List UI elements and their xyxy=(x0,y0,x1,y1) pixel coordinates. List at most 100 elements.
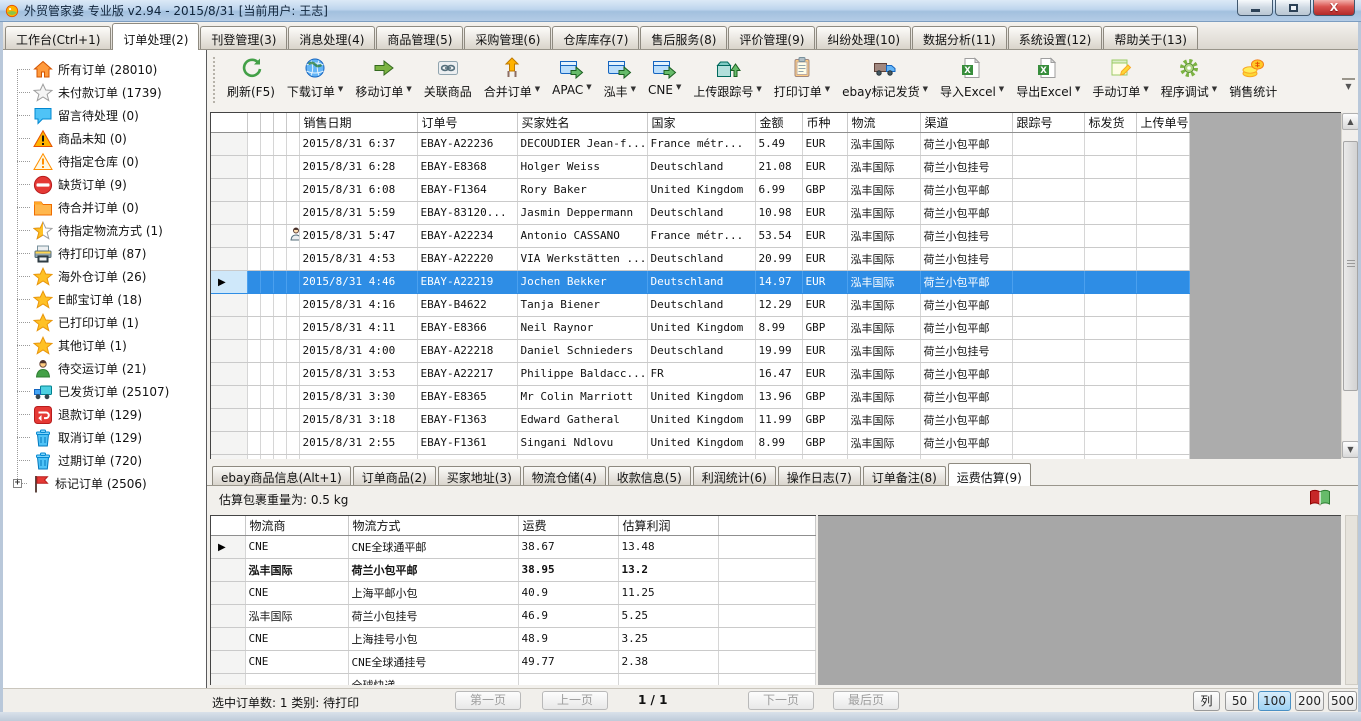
toolbar-button-7[interactable]: 泓丰▼ xyxy=(598,50,642,100)
order-row[interactable]: 2015/8/31 5:59EBAY-83120...Jasmin Depper… xyxy=(211,201,1189,224)
dropdown-arrow-icon[interactable]: ▼ xyxy=(586,83,591,91)
toolbar-overflow-button[interactable]: ▼ xyxy=(1342,78,1355,93)
column-header[interactable]: 订单号 xyxy=(417,113,517,132)
dropdown-arrow-icon[interactable]: ▼ xyxy=(338,85,343,93)
column-header[interactable]: 物流方式 xyxy=(348,516,518,535)
order-row[interactable]: 2015/8/31 6:28EBAY-E8368Holger WeissDeut… xyxy=(211,155,1189,178)
order-row[interactable]: 泓丰国际荷兰小包挂号 xyxy=(211,454,1189,459)
sidebar-item-4[interactable]: 商品未知 (0) xyxy=(3,127,206,150)
column-header[interactable]: 物流 xyxy=(847,113,920,132)
row-selector-cell[interactable] xyxy=(211,178,247,201)
sidebar-item-17[interactable]: 取消订单 (129) xyxy=(3,426,206,449)
toolbar-button-10[interactable]: 打印订单▼ xyxy=(768,50,836,100)
scrollbar-thumb[interactable] xyxy=(1343,141,1358,391)
order-row[interactable]: 2015/8/31 6:37EBAY-A22236DECOUDIER Jean-… xyxy=(211,132,1189,155)
toolbar-button-13[interactable]: X导出Excel▼ xyxy=(1010,50,1086,100)
page-size-button-500[interactable]: 500 xyxy=(1328,691,1357,711)
row-selector-cell[interactable] xyxy=(211,316,247,339)
dropdown-arrow-icon[interactable]: ▼ xyxy=(1075,85,1080,93)
menu-tab-8[interactable]: 售后服务(8) xyxy=(640,26,727,49)
row-selector-cell[interactable] xyxy=(211,201,247,224)
sidebar-item-1[interactable]: 所有订单 (28010) xyxy=(3,58,206,81)
row-selector-cell[interactable] xyxy=(211,558,245,581)
order-row[interactable]: 2015/8/31 4:16EBAY-B4622Tanja BienerDeut… xyxy=(211,293,1189,316)
sidebar-item-3[interactable]: 留言待处理 (0) xyxy=(3,104,206,127)
sidebar-item-12[interactable]: 已打印订单 (1) xyxy=(3,311,206,334)
detail-tab-3[interactable]: 买家地址(3) xyxy=(438,466,521,485)
dropdown-arrow-icon[interactable]: ▼ xyxy=(631,85,636,93)
row-selector-cell[interactable] xyxy=(211,408,247,431)
last-page-button[interactable]: 最后页 xyxy=(833,691,899,710)
row-selector-cell[interactable] xyxy=(211,339,247,362)
prev-page-button[interactable]: 上一页 xyxy=(542,691,608,710)
toolbar-button-1[interactable]: 刷新(F5) xyxy=(221,50,281,100)
page-size-button-50[interactable]: 50 xyxy=(1225,691,1254,711)
detail-tab-6[interactable]: 利润统计(6) xyxy=(693,466,776,485)
detail-tab-2[interactable]: 订单商品(2) xyxy=(353,466,436,485)
row-selector-cell[interactable] xyxy=(211,627,245,650)
menu-tab-10[interactable]: 纠纷处理(10) xyxy=(816,26,911,49)
next-page-button[interactable]: 下一页 xyxy=(748,691,814,710)
order-row[interactable]: 2015/8/31 2:55EBAY-F1361Singani NdlovuUn… xyxy=(211,431,1189,454)
column-header[interactable]: 买家姓名 xyxy=(517,113,647,132)
dropdown-arrow-icon[interactable]: ▼ xyxy=(756,85,761,93)
toolbar-button-5[interactable]: 合并订单▼ xyxy=(478,50,546,100)
scroll-down-button[interactable]: ▼ xyxy=(1342,441,1359,458)
freight-scroll-track[interactable] xyxy=(1345,515,1358,685)
menu-tab-6[interactable]: 采购管理(6) xyxy=(464,26,551,49)
toolbar-button-4[interactable]: 关联商品 xyxy=(418,50,478,100)
order-row[interactable]: 2015/8/31 3:53EBAY-A22217Philippe Baldac… xyxy=(211,362,1189,385)
menu-tab-2[interactable]: 订单处理(2) xyxy=(112,23,199,50)
detail-tab-7[interactable]: 操作日志(7) xyxy=(778,466,861,485)
column-header[interactable]: 国家 xyxy=(647,113,755,132)
menu-tab-11[interactable]: 数据分析(11) xyxy=(912,26,1007,49)
scroll-up-button[interactable]: ▲ xyxy=(1342,113,1359,130)
toolbar-button-6[interactable]: APAC▼ xyxy=(546,50,597,97)
sidebar-item-9[interactable]: 待打印订单 (87) xyxy=(3,242,206,265)
row-selector-cell[interactable] xyxy=(211,454,247,459)
toolbar-button-9[interactable]: 上传跟踪号▼ xyxy=(687,50,767,100)
toolbar-button-16[interactable]: 销售统计 xyxy=(1223,50,1283,100)
toolbar-button-12[interactable]: X导入Excel▼ xyxy=(934,50,1010,100)
column-header[interactable]: 估算利润 xyxy=(618,516,718,535)
dropdown-arrow-icon[interactable]: ▼ xyxy=(1212,85,1217,93)
order-row-selected[interactable]: ▶2015/8/31 4:46EBAY-A22219Jochen BekkerD… xyxy=(211,270,1189,293)
detail-tab-1[interactable]: ebay商品信息(Alt+1) xyxy=(212,466,351,485)
row-selector-cell[interactable] xyxy=(211,581,245,604)
column-header[interactable]: 销售日期 xyxy=(299,113,417,132)
sidebar-item-10[interactable]: 海外仓订单 (26) xyxy=(3,265,206,288)
column-header[interactable]: 渠道 xyxy=(920,113,1012,132)
column-header[interactable]: 运费 xyxy=(518,516,618,535)
menu-tab-7[interactable]: 仓库库存(7) xyxy=(552,26,639,49)
maximize-button[interactable] xyxy=(1275,0,1311,16)
dropdown-arrow-icon[interactable]: ▼ xyxy=(825,85,830,93)
column-header[interactable]: 标发货 xyxy=(1084,113,1136,132)
sidebar-item-19[interactable]: +标记订单 (2506) xyxy=(3,472,206,495)
dropdown-arrow-icon[interactable]: ▼ xyxy=(1143,85,1148,93)
sidebar-item-11[interactable]: E邮宝订单 (18) xyxy=(3,288,206,311)
row-selector-cell[interactable]: ▶ xyxy=(211,535,245,558)
row-selector-cell[interactable] xyxy=(211,385,247,408)
freight-row[interactable]: CNE上海挂号小包48.93.25 xyxy=(211,627,815,650)
detail-tab-4[interactable]: 物流仓储(4) xyxy=(523,466,606,485)
row-selector-cell[interactable] xyxy=(211,224,247,247)
dropdown-arrow-icon[interactable]: ▼ xyxy=(535,85,540,93)
first-page-button[interactable]: 第一页 xyxy=(455,691,521,710)
sidebar-item-2[interactable]: 未付款订单 (1739) xyxy=(3,81,206,104)
menu-tab-1[interactable]: 工作台(Ctrl+1) xyxy=(5,26,111,49)
detail-tab-5[interactable]: 收款信息(5) xyxy=(608,466,691,485)
sidebar-item-6[interactable]: 缺货订单 (9) xyxy=(3,173,206,196)
toolbar-button-3[interactable]: 移动订单▼ xyxy=(349,50,417,100)
row-selector-cell[interactable] xyxy=(211,132,247,155)
column-header[interactable]: 币种 xyxy=(802,113,847,132)
vertical-scrollbar[interactable]: ▲ ▼ xyxy=(1341,113,1358,458)
freight-row[interactable]: CNECNE全球通挂号49.772.38 xyxy=(211,650,815,673)
sidebar-item-18[interactable]: 过期订单 (720) xyxy=(3,449,206,472)
menu-tab-4[interactable]: 消息处理(4) xyxy=(288,26,375,49)
dropdown-arrow-icon[interactable]: ▼ xyxy=(406,85,411,93)
book-icon[interactable] xyxy=(1309,489,1331,507)
column-header[interactable]: 跟踪号 xyxy=(1012,113,1084,132)
column-header[interactable]: 上传单号 xyxy=(1136,113,1189,132)
order-row[interactable]: 2015/8/31 4:00EBAY-A22218Daniel Schniede… xyxy=(211,339,1189,362)
freight-row[interactable]: 泓丰国际荷兰小包挂号46.95.25 xyxy=(211,604,815,627)
